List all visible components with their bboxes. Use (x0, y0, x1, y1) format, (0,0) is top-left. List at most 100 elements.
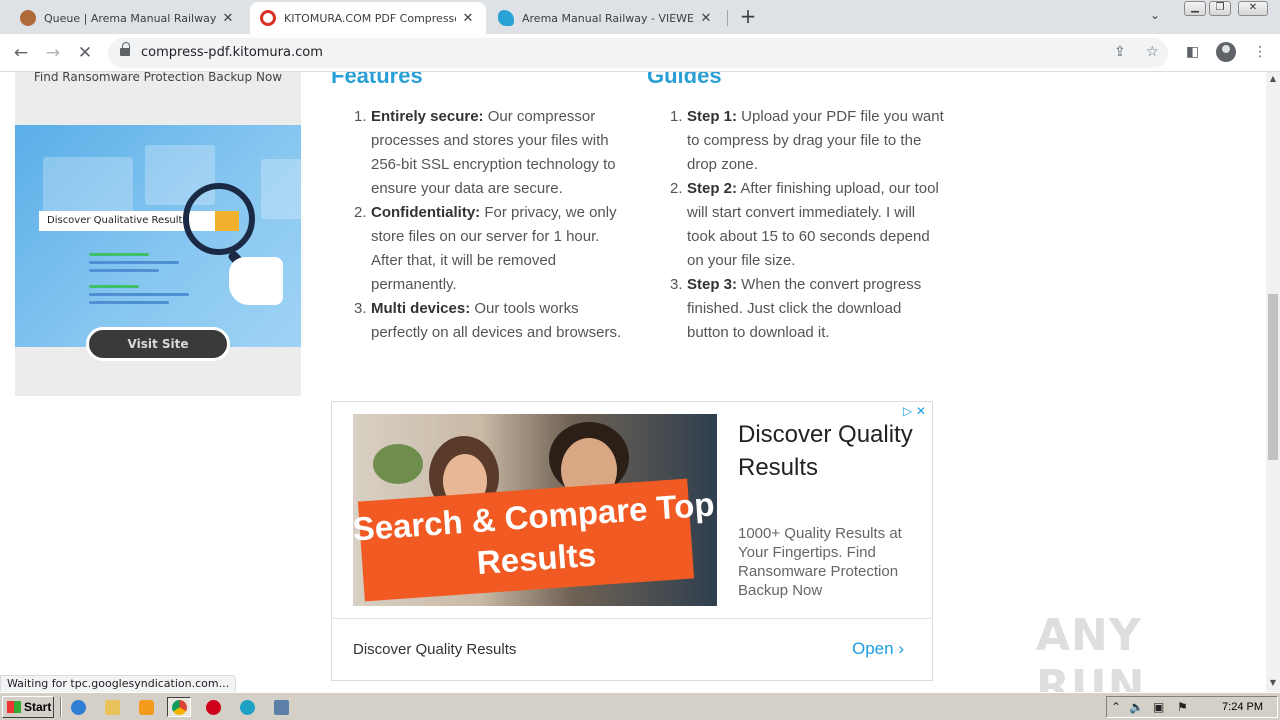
tab-favicon-icon (20, 10, 36, 26)
scroll-down-icon[interactable]: ▼ (1266, 676, 1280, 690)
ie-button[interactable] (66, 697, 90, 717)
chevron-right-icon[interactable]: › (898, 639, 904, 658)
feature-label: Entirely secure: (371, 108, 484, 125)
start-button[interactable]: Start (2, 696, 54, 718)
scrollbar-thumb[interactable] (1268, 294, 1278, 460)
ad-search-text: Discover Qualitative Results (47, 215, 188, 226)
decor-line (89, 253, 149, 256)
clock[interactable]: 7:24 PM (1222, 701, 1263, 713)
edge-button[interactable] (235, 697, 259, 717)
decor-line (89, 269, 159, 272)
decor-card (261, 159, 301, 219)
tray-arrow-icon[interactable]: ⌃ (1111, 700, 1121, 714)
opera-icon (206, 700, 221, 715)
opera-button[interactable] (201, 697, 225, 717)
list-number: 1. (670, 108, 683, 125)
internet-explorer-icon (71, 700, 86, 715)
media-player-icon (139, 700, 154, 715)
share-icon[interactable]: ⇪ (1114, 44, 1126, 60)
display-ad[interactable]: ▷ ✕ Search & Compare Top Results Discove… (331, 401, 933, 681)
bookmark-star-icon[interactable]: ☆ (1146, 44, 1159, 60)
magnifier-icon (183, 183, 255, 255)
ad-headline[interactable]: Discover Quality Results (738, 418, 928, 484)
tab-favicon-icon (260, 10, 276, 26)
guide-item: 3. Step 3: When the convert progress fini… (647, 273, 947, 345)
new-tab-button[interactable]: + (736, 6, 760, 28)
features-list: 1. Entirely secure: Our compressor proces… (331, 105, 631, 345)
tab-title: Queue | Arema Manual Railway - PDF (44, 11, 216, 25)
url-text[interactable]: compress-pdf.kitomura.com (141, 45, 323, 60)
features-heading: Features (331, 72, 423, 88)
feature-label: Multi devices: (371, 300, 471, 317)
minimize-button[interactable]: ▁ (1184, 1, 1206, 16)
cloud-favicon-icon (498, 10, 514, 26)
monitor-button[interactable] (269, 697, 293, 717)
guide-label: Step 3: (687, 276, 738, 293)
system-tray: ⌃ 🔈 ▣ ⚑ 7:24 PM (1106, 696, 1278, 718)
explorer-button[interactable] (100, 697, 124, 717)
close-icon[interactable]: ✕ (220, 11, 236, 26)
side-panel-icon[interactable]: ◧ (1186, 44, 1199, 60)
guides-heading: Guides (647, 72, 722, 88)
page-viewport: Find Ransomware Protection Backup Now Di… (0, 72, 1266, 692)
ad-caption[interactable]: Find Ransomware Protection Backup Now (15, 72, 301, 84)
left-sidebar-ad[interactable]: Find Ransomware Protection Backup Now Di… (15, 72, 301, 396)
vertical-scrollbar[interactable]: ▲ ▼ (1266, 72, 1280, 692)
media-player-button[interactable] (134, 697, 158, 717)
decor-line (89, 261, 179, 264)
tab-title: KITOMURA.COM PDF Compressor Online (284, 11, 456, 25)
guide-label: Step 2: (687, 180, 738, 197)
scroll-up-icon[interactable]: ▲ (1266, 72, 1280, 86)
chevron-down-icon[interactable]: ⌄ (1150, 8, 1160, 22)
guide-item: 2. Step 2: After finishing upload, our to… (647, 177, 947, 273)
close-window-button[interactable]: ✕ (1238, 1, 1268, 16)
edge-icon (240, 700, 255, 715)
tab-viewer[interactable]: Arema Manual Railway - VIEWER XD ✕ (488, 2, 724, 34)
decor-line (89, 285, 139, 288)
close-icon[interactable]: ✕ (460, 11, 476, 26)
decor-card (43, 157, 133, 217)
adchoices-icon[interactable]: ▷ ✕ (903, 404, 926, 418)
guides-list: 1. Step 1: Upload your PDF file you want … (647, 105, 947, 345)
feature-item: 1. Entirely secure: Our compressor proces… (331, 105, 631, 201)
guide-item: 1. Step 1: Upload your PDF file you want … (647, 105, 947, 177)
network-icon[interactable]: ▣ (1153, 700, 1164, 714)
lock-icon[interactable] (120, 42, 130, 58)
close-icon[interactable]: ✕ (698, 11, 714, 26)
tab-divider (727, 10, 728, 26)
ad-body[interactable]: 1000+ Quality Results at Your Fingertips… (738, 524, 928, 600)
list-number: 2. (670, 180, 683, 197)
hand-illustration (229, 257, 283, 305)
visit-site-button[interactable]: Visit Site (86, 327, 230, 361)
tab-title: Arema Manual Railway - VIEWER XD (522, 11, 694, 25)
folder-icon (105, 700, 120, 715)
forward-arrow-icon[interactable]: → (42, 42, 64, 64)
stop-loading-icon[interactable]: ✕ (74, 42, 96, 64)
windows-taskbar: Start ⌃ 🔈 ▣ ⚑ 7:24 PM (0, 692, 1280, 720)
ad-photo[interactable]: Search & Compare Top Results (353, 414, 717, 606)
decor-line (89, 301, 169, 304)
decor-line (89, 293, 189, 296)
menu-kebab-icon[interactable]: ⋮ (1253, 44, 1267, 60)
address-bar[interactable]: compress-pdf.kitomura.com ⇪ ☆ (108, 38, 1168, 68)
profile-avatar-icon[interactable] (1216, 42, 1236, 62)
chrome-button[interactable] (167, 697, 191, 717)
guide-label: Step 1: (687, 108, 738, 125)
ad-open-link[interactable]: Open › (852, 639, 904, 659)
feature-label: Confidentiality: (371, 204, 481, 221)
restore-button[interactable]: ❐ (1209, 1, 1231, 16)
browser-toolbar: ← → ✕ compress-pdf.kitomura.com ⇪ ☆ ◧ ⋮ (0, 34, 1280, 72)
tab-queue[interactable]: Queue | Arema Manual Railway - PDF ✕ (10, 2, 246, 34)
chrome-icon (172, 700, 187, 715)
ad-illustration[interactable]: Discover Qualitative Results (15, 125, 301, 347)
ad-footer[interactable]: Discover Quality Results Open › (332, 618, 932, 680)
ad-footer-title[interactable]: Discover Quality Results (353, 641, 516, 658)
back-arrow-icon[interactable]: ← (10, 42, 32, 64)
open-label[interactable]: Open (852, 639, 894, 658)
start-label[interactable]: Start (24, 700, 51, 714)
flag-icon[interactable]: ⚑ (1177, 700, 1188, 714)
status-bar: Waiting for tpc.googlesyndication.com... (0, 675, 237, 692)
volume-icon[interactable]: 🔈 (1129, 700, 1144, 714)
tab-kitomura[interactable]: KITOMURA.COM PDF Compressor Online ✕ (250, 2, 486, 34)
feature-item: 2. Confidentiality: For privacy, we only … (331, 201, 631, 297)
